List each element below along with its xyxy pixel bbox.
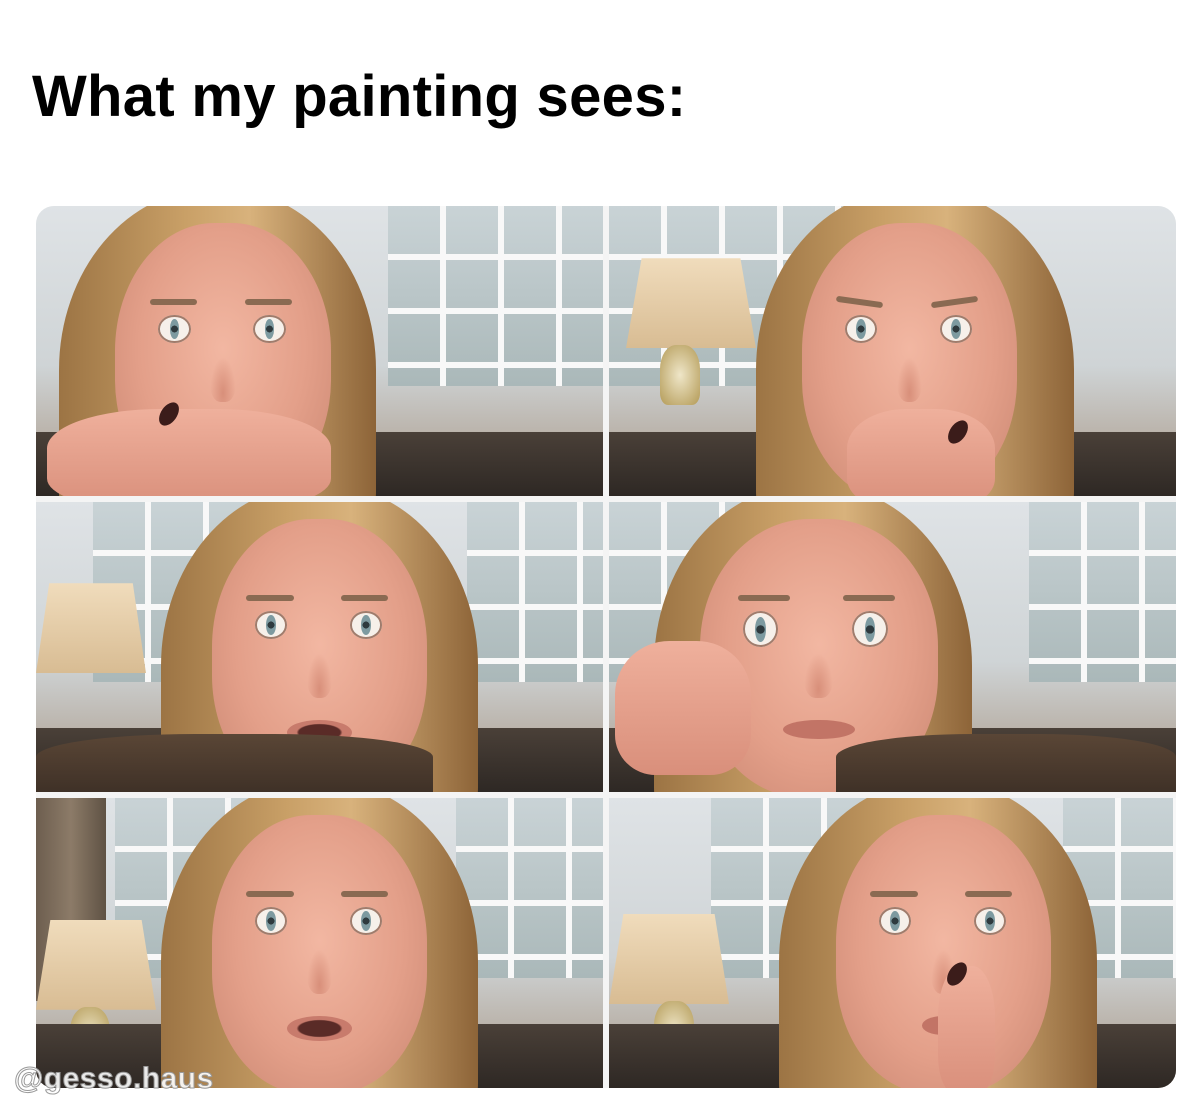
lamp-shade [36, 919, 156, 1010]
left-eye [742, 611, 779, 648]
background-window [387, 206, 603, 386]
finger [937, 958, 995, 1088]
right-eye [973, 907, 1006, 936]
right-brow [965, 890, 1013, 897]
right-eye [852, 611, 888, 648]
meme-caption: What my painting sees: [32, 64, 687, 129]
hand [614, 641, 751, 775]
right-eye [349, 907, 382, 936]
collage-panel-5 [36, 798, 603, 1088]
nose [896, 357, 923, 402]
left-brow [246, 890, 294, 897]
collage-panel-6 [609, 798, 1176, 1088]
right-brow [930, 295, 979, 308]
left-eye [254, 611, 288, 640]
mouth [783, 719, 855, 740]
left-brow [836, 295, 884, 308]
hand [47, 398, 331, 496]
lamp-base [660, 345, 701, 406]
right-eye [939, 315, 972, 344]
right-brow [842, 594, 895, 601]
lamp-shade [36, 583, 146, 674]
collage-panel-3 [36, 502, 603, 792]
collage-panel-2 [609, 206, 1176, 496]
left-eye [878, 907, 912, 936]
lamp-shade [609, 914, 729, 1004]
right-brow [244, 298, 293, 305]
right-brow [341, 890, 389, 897]
left-eye [844, 315, 878, 344]
photo-collage [36, 206, 1176, 1088]
hand [847, 409, 995, 496]
watermark: @gesso.haus [14, 1062, 214, 1096]
sweater [835, 734, 1176, 792]
nose [210, 357, 237, 402]
left-eye [158, 315, 191, 344]
nose [804, 653, 834, 698]
collage-panel-1 [36, 206, 603, 496]
left-eye [254, 907, 288, 936]
nose [306, 949, 333, 994]
face [211, 815, 428, 1088]
left-brow [246, 594, 294, 601]
fingernail [944, 416, 973, 448]
right-brow [341, 594, 389, 601]
left-brow [870, 890, 918, 897]
left-brow [737, 594, 791, 601]
collage-panel-4 [609, 502, 1176, 792]
right-eye [253, 315, 286, 344]
sweater [36, 734, 433, 792]
nose [306, 653, 333, 698]
background-window [466, 502, 603, 682]
left-brow [149, 298, 198, 305]
background-window [1028, 502, 1176, 682]
lamp-shade [626, 258, 756, 349]
mouth [287, 1015, 352, 1041]
right-eye [349, 611, 382, 640]
